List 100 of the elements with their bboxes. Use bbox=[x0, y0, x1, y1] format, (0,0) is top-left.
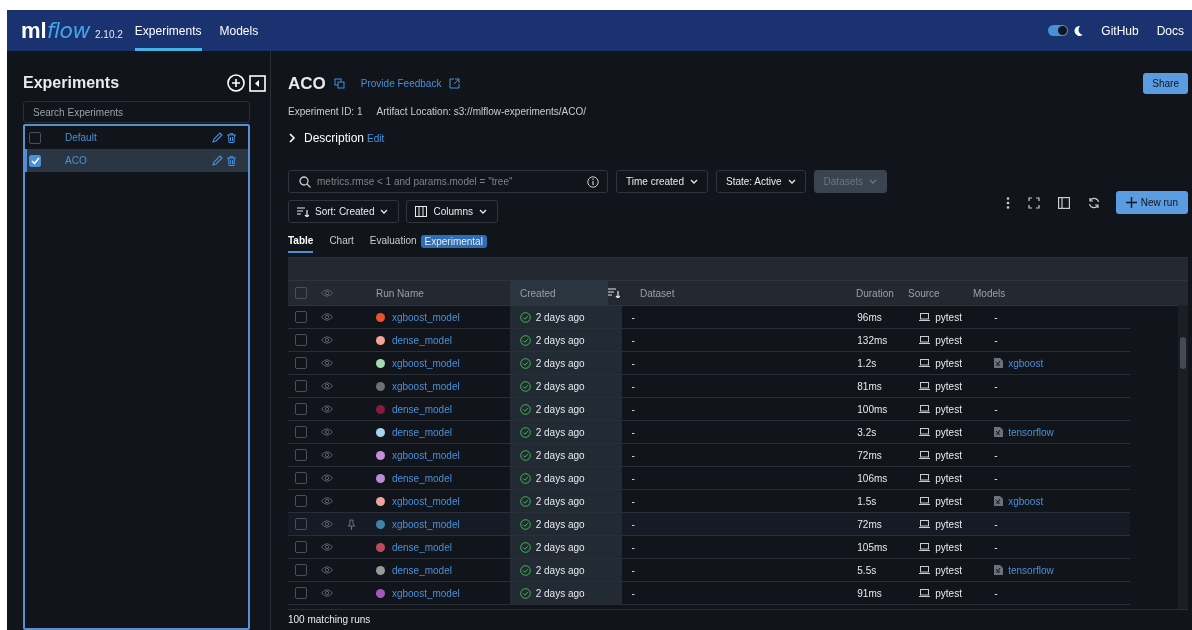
view-tab[interactable]: Evaluation bbox=[369, 235, 417, 253]
eye-icon[interactable] bbox=[321, 405, 333, 413]
edit-icon[interactable] bbox=[212, 132, 223, 143]
description-toggle[interactable]: Description bbox=[304, 131, 365, 145]
run-name-link[interactable]: dense_model bbox=[391, 541, 452, 553]
checkbox[interactable] bbox=[295, 449, 307, 461]
info-icon[interactable] bbox=[587, 175, 599, 188]
checkbox[interactable] bbox=[295, 518, 307, 530]
table-row[interactable]: xgboost_model 2 days ago - 72ms pytest - bbox=[288, 513, 1130, 536]
table-row[interactable]: xgboost_model 2 days ago - 1.2s pytest xgboost bbox=[288, 352, 1130, 375]
eye-icon[interactable] bbox=[321, 520, 333, 528]
checkbox[interactable] bbox=[295, 403, 307, 415]
checkbox[interactable] bbox=[295, 426, 307, 438]
logo-text[interactable]: ml bbox=[21, 17, 47, 44]
dropdown[interactable]: State: Active bbox=[716, 170, 806, 193]
fullscreen-icon[interactable] bbox=[1027, 196, 1040, 209]
column-header[interactable]: Models bbox=[963, 287, 1099, 299]
chevron-right-icon[interactable] bbox=[288, 133, 296, 143]
nav-link[interactable]: Docs bbox=[1156, 23, 1184, 38]
checkbox[interactable] bbox=[29, 131, 41, 144]
table-row[interactable]: xgboost_model 2 days ago - 72ms pytest - bbox=[288, 444, 1130, 467]
table-row[interactable]: dense_model 2 days ago - 132ms pytest - bbox=[288, 329, 1130, 352]
view-tab[interactable]: Chart bbox=[329, 235, 354, 253]
search-field[interactable]: metrics.rmse < 1 and params.model = "tree" bbox=[288, 170, 608, 193]
checkbox[interactable] bbox=[295, 287, 307, 299]
checkbox[interactable] bbox=[295, 311, 307, 323]
table-row[interactable]: xgboost_model 2 days ago - 91ms pytest - bbox=[288, 582, 1130, 605]
eye-icon[interactable] bbox=[321, 451, 333, 459]
run-name-link[interactable]: dense_model bbox=[391, 472, 452, 484]
run-name-link[interactable]: xgboost_model bbox=[391, 495, 460, 507]
checkbox[interactable] bbox=[295, 334, 307, 346]
eye-icon[interactable] bbox=[321, 474, 333, 482]
run-name-link[interactable]: dense_model bbox=[391, 334, 452, 346]
copy-icon[interactable] bbox=[333, 78, 345, 89]
dropdown[interactable]: Time created bbox=[616, 170, 708, 193]
scrollbar-thumb[interactable] bbox=[1180, 337, 1186, 369]
nav-link[interactable]: GitHub bbox=[1101, 23, 1139, 38]
share-button[interactable]: Share bbox=[1143, 73, 1188, 94]
eye-icon[interactable] bbox=[321, 313, 333, 321]
eye-icon[interactable] bbox=[321, 497, 333, 505]
logo-text[interactable]: flow bbox=[46, 17, 90, 43]
model-link[interactable]: tensorflow bbox=[1008, 426, 1054, 438]
run-name-link[interactable]: xgboost_model bbox=[391, 449, 460, 461]
eye-icon[interactable] bbox=[321, 566, 333, 574]
trash-icon[interactable] bbox=[227, 155, 236, 166]
view-tab[interactable]: Table bbox=[288, 235, 314, 253]
sort-dropdown[interactable]: Sort: Created bbox=[288, 200, 400, 223]
checkbox[interactable] bbox=[295, 472, 307, 484]
column-header[interactable]: Run Name bbox=[376, 287, 510, 299]
run-name-link[interactable]: xgboost_model bbox=[391, 518, 460, 530]
eye-icon[interactable] bbox=[321, 382, 333, 390]
refresh-icon[interactable] bbox=[1087, 196, 1100, 209]
run-name-link[interactable]: dense_model bbox=[391, 403, 452, 415]
eye-icon[interactable] bbox=[321, 589, 333, 597]
checkbox[interactable] bbox=[295, 564, 307, 576]
eye-icon[interactable] bbox=[321, 336, 333, 344]
search-field[interactable]: Search Experiments bbox=[23, 101, 250, 123]
table-row[interactable]: dense_model 2 days ago - 106ms pytest - bbox=[288, 467, 1130, 490]
experiment-name[interactable]: ACO bbox=[65, 155, 208, 166]
model-link[interactable]: xgboost bbox=[1008, 357, 1044, 369]
trash-icon[interactable] bbox=[227, 132, 236, 143]
new-run-button[interactable]: New run bbox=[1115, 191, 1188, 214]
checkbox[interactable] bbox=[29, 154, 41, 167]
external-link-icon[interactable] bbox=[449, 78, 461, 89]
columns-dropdown[interactable]: Columns bbox=[406, 200, 498, 223]
run-name-link[interactable]: xgboost_model bbox=[391, 311, 460, 323]
checkbox[interactable] bbox=[295, 380, 307, 392]
edit-icon[interactable] bbox=[212, 155, 223, 166]
column-header[interactable]: Duration bbox=[846, 287, 898, 299]
moon-icon[interactable] bbox=[1073, 24, 1084, 37]
run-name-link[interactable]: xgboost_model bbox=[391, 587, 460, 599]
experiment-item[interactable]: Default bbox=[25, 126, 248, 149]
column-header[interactable]: Source bbox=[898, 287, 963, 299]
add-icon[interactable] bbox=[227, 74, 245, 92]
scrollbar[interactable] bbox=[1178, 305, 1188, 609]
table-row[interactable]: dense_model 2 days ago - 5.5s pytest tensorflow bbox=[288, 559, 1130, 582]
run-name-link[interactable]: dense_model bbox=[391, 426, 452, 438]
nav-tab[interactable]: Experiments bbox=[134, 10, 202, 51]
table-row[interactable]: dense_model 2 days ago - 100ms pytest - bbox=[288, 398, 1130, 421]
nav-tab[interactable]: Models bbox=[219, 10, 259, 51]
table-row[interactable]: xgboost_model 2 days ago - 96ms pytest - bbox=[288, 306, 1130, 329]
model-link[interactable]: xgboost bbox=[1008, 495, 1044, 507]
run-name-link[interactable]: xgboost_model bbox=[391, 357, 460, 369]
experiment-name[interactable]: Default bbox=[65, 132, 208, 143]
checkbox[interactable] bbox=[295, 587, 307, 599]
edit-link[interactable]: Edit bbox=[367, 132, 385, 144]
eye-icon[interactable] bbox=[321, 428, 333, 436]
column-header[interactable]: Created bbox=[510, 281, 608, 305]
eye-icon[interactable] bbox=[321, 289, 333, 297]
more-options-icon[interactable] bbox=[1005, 196, 1010, 209]
feedback-link[interactable]: Provide Feedback bbox=[360, 78, 442, 89]
run-name-link[interactable]: dense_model bbox=[391, 564, 452, 576]
table-row[interactable]: dense_model 2 days ago - 105ms pytest - bbox=[288, 536, 1130, 559]
experiment-item[interactable]: ACO bbox=[25, 149, 248, 172]
eye-icon[interactable] bbox=[321, 543, 333, 551]
table-row[interactable]: dense_model 2 days ago - 3.2s pytest tensorflow bbox=[288, 421, 1130, 444]
checkbox[interactable] bbox=[295, 541, 307, 553]
model-link[interactable]: tensorflow bbox=[1008, 564, 1054, 576]
table-row[interactable]: xgboost_model 2 days ago - 81ms pytest - bbox=[288, 375, 1130, 398]
eye-icon[interactable] bbox=[321, 359, 333, 367]
